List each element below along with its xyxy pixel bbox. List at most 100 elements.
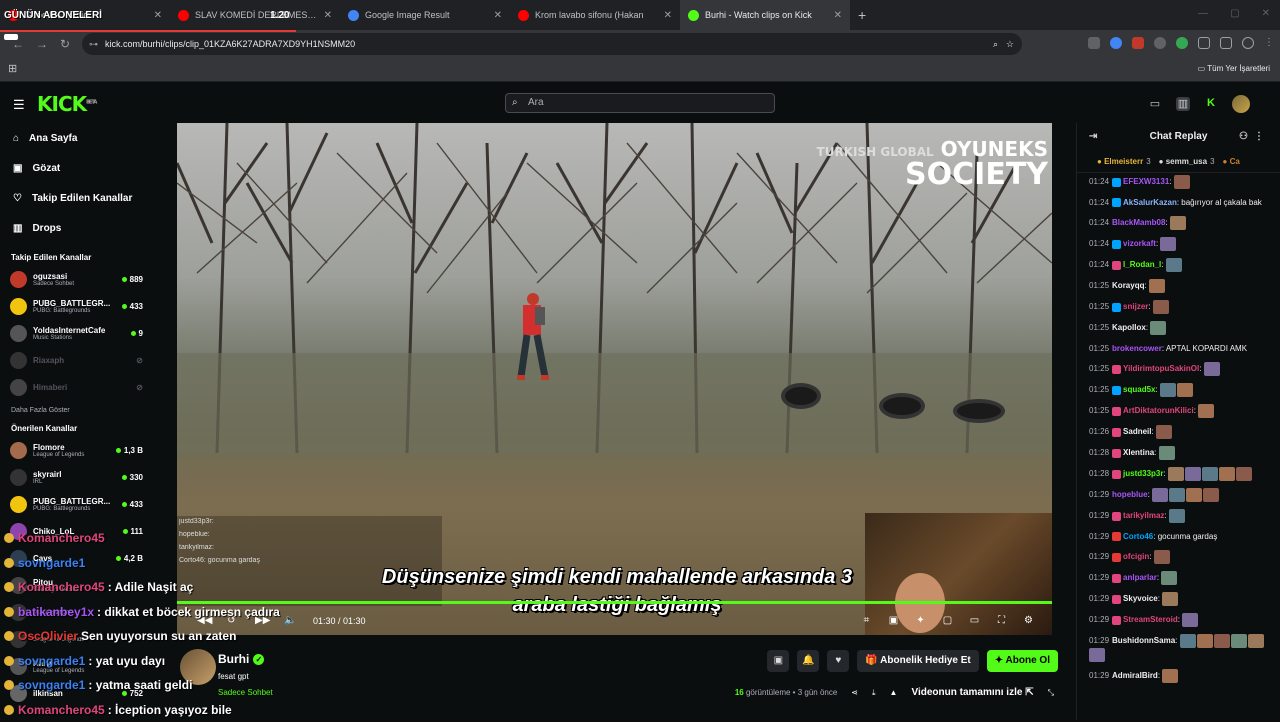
collapse-icon[interactable]: ⤡ [1048, 688, 1054, 698]
extension-icon[interactable] [1154, 37, 1166, 49]
close-tab-icon[interactable]: ✕ [664, 10, 672, 21]
channel-item[interactable]: YoldasInternetCafeMusic Stations9 [0, 320, 150, 347]
chat-username[interactable]: AdmiralBird [1112, 671, 1158, 680]
channel-item[interactable]: FlomoreLeague of Legends1,3 B [0, 437, 150, 464]
chat-more-icon[interactable]: ⋮ [1254, 131, 1270, 142]
kick-k-icon[interactable]: K [1204, 97, 1218, 111]
chat-username[interactable]: AkSalurKazan [1123, 198, 1177, 207]
profile-icon[interactable] [1242, 37, 1254, 49]
channel-item[interactable]: PUBG_BATTLEGR...PUBG: Battlegrounds433 [0, 491, 150, 518]
pip-icon[interactable]: ▢ [942, 615, 953, 626]
sidebar-nav-item[interactable]: ▣Gözat [0, 153, 150, 183]
gift-subscription-button[interactable]: 🎁 Abonelik Hediye Et [857, 650, 978, 672]
chat-username[interactable]: Korayqq [1112, 281, 1144, 290]
browser-tab[interactable]: SLAV KOMEDİ DERLEMESİ - You✕ [170, 0, 340, 30]
show-more-link[interactable]: Daha Fazla Göster [0, 407, 150, 414]
channel-item[interactable]: Himaberi⊘ [0, 374, 150, 401]
browser-tab[interactable]: Google Image Result✕ [340, 0, 510, 30]
user-avatar[interactable] [1232, 95, 1250, 113]
hamburger-menu-icon[interactable]: ☰ [13, 97, 25, 113]
settings-icon[interactable]: ⚙ [1023, 615, 1034, 626]
report-icon[interactable]: ▲ [890, 688, 898, 697]
subscribe-button[interactable]: ✦ Abone Ol [987, 650, 1058, 672]
apps-grid-icon[interactable]: ⊞ [8, 62, 17, 75]
follow-heart-button[interactable]: ♥ [827, 650, 849, 672]
chat-username[interactable]: Xlentina [1123, 448, 1154, 457]
chat-username[interactable]: anlparlar [1123, 573, 1157, 582]
chat-username[interactable]: Kapollox [1112, 323, 1146, 332]
extension-icon[interactable] [1088, 37, 1100, 49]
leaderboard-entry[interactable]: ● Elmeisterr3 [1097, 157, 1151, 166]
chat-username[interactable]: tarikyilmaz [1123, 511, 1164, 520]
collapse-chat-icon[interactable]: ⇥ [1089, 123, 1097, 151]
users-icon[interactable]: ⚇ [1239, 131, 1254, 142]
chat-username[interactable]: snijzer [1123, 302, 1148, 311]
close-tab-icon[interactable]: ✕ [324, 10, 332, 21]
sidebar-nav-item[interactable]: ♡Takip Edilen Kanallar [0, 183, 150, 213]
tab-favicon-icon [178, 10, 189, 21]
search-input[interactable]: ⌕ Ara [505, 93, 775, 113]
video-player[interactable]: TURKISH GLOBAL OYUNEKS SOCIETY justd33p3… [177, 123, 1052, 635]
video-progress-bar[interactable] [177, 601, 1052, 604]
close-tab-icon[interactable]: ✕ [154, 10, 162, 21]
extensions-puzzle-icon[interactable] [1198, 37, 1210, 49]
close-window-icon[interactable]: ✕ [1262, 8, 1270, 19]
chat-username[interactable]: BlackMamb08 [1112, 218, 1165, 227]
chat-username[interactable]: ArtDiktatorunKilici [1123, 406, 1194, 415]
all-bookmarks-link[interactable]: ▭ Tüm Yer İşaretleri [1198, 64, 1270, 73]
theater-icon[interactable]: ▭ [1148, 97, 1162, 111]
close-tab-icon[interactable]: ✕ [494, 10, 502, 21]
extension-icon[interactable] [1176, 37, 1188, 49]
chat-username[interactable]: Skyvoice [1123, 594, 1158, 603]
zoom-icon[interactable]: ⌕ [993, 33, 998, 55]
forward-icon[interactable]: → [36, 37, 48, 51]
channel-item[interactable]: oguzsasiSadece Sohbet889 [0, 266, 150, 293]
kick-logo[interactable]: KICKBETA [37, 92, 96, 116]
chat-username[interactable]: YildirimtopuSakinOl [1123, 364, 1199, 373]
clip-share-button[interactable]: ▣ [767, 650, 789, 672]
download-icon[interactable]: ⤓ [872, 688, 876, 698]
close-tab-icon[interactable]: ✕ [834, 10, 842, 21]
sidebar-nav-item[interactable]: ⌂Ana Sayfa [0, 123, 150, 153]
chat-username[interactable]: Sadneil [1123, 427, 1151, 436]
extension-icon[interactable] [1110, 37, 1122, 49]
clip-icon[interactable]: ▣ [888, 615, 899, 626]
watch-full-video-link[interactable]: Videonun tamamını izle ⇱ [911, 687, 1033, 698]
chat-username[interactable]: StreamSteroid [1123, 615, 1178, 624]
media-icon[interactable] [1220, 37, 1232, 49]
chat-username[interactable]: Corto46 [1123, 532, 1153, 541]
notification-bell-button[interactable]: 🔔 [797, 650, 819, 672]
channel-item[interactable]: skyrairlIRL330 [0, 464, 150, 491]
chat-username[interactable]: l_Rodan_l [1123, 260, 1161, 269]
channel-item[interactable]: PUBG_BATTLEGR...PUBG: Battlegrounds433 [0, 293, 150, 320]
layout-icon[interactable]: ▥ [1176, 97, 1190, 111]
minimize-icon[interactable]: — [1198, 8, 1208, 19]
chat-username[interactable]: justd33p3r [1123, 469, 1163, 478]
channel-item[interactable]: Riaxaph⊘ [0, 347, 150, 374]
share-icon[interactable]: ⋖ [851, 688, 858, 697]
fullscreen-icon[interactable]: ⛶ [996, 615, 1007, 626]
new-tab-button[interactable]: + [858, 7, 866, 23]
maximize-icon[interactable]: ▢ [1230, 8, 1239, 19]
leaderboard-entry[interactable]: ● Ca [1223, 157, 1243, 166]
crop-icon[interactable]: ⌗ [861, 615, 872, 626]
browser-tab[interactable]: Krom lavabo sifonu (Hakan✕ [510, 0, 680, 30]
chat-username[interactable]: EFEXW3131 [1123, 177, 1169, 186]
url-input[interactable]: ⊶ kick.com/burhi/clips/clip_01KZA6K27ADR… [82, 33, 1022, 55]
leaderboard-entry[interactable]: ● semm_usa3 [1159, 157, 1215, 166]
chat-username[interactable]: BushidonnSama [1112, 636, 1175, 645]
sidebar-nav-item[interactable]: ▥Drops [0, 213, 150, 243]
chat-username[interactable]: brokencower [1112, 344, 1162, 353]
chat-username[interactable]: ofcigin [1123, 552, 1149, 561]
chat-username[interactable]: hopeblue [1112, 490, 1148, 499]
extension-icon[interactable] [1132, 37, 1144, 49]
browser-tab[interactable]: Burhi - Watch clips on Kick✕ [680, 0, 850, 30]
chat-username[interactable]: squad5x [1123, 385, 1155, 394]
bookmark-star-icon[interactable]: ☆ [1006, 33, 1014, 55]
sparkle-icon[interactable]: ✦ [915, 615, 926, 626]
more-menu-icon[interactable]: ⋮ [1264, 37, 1270, 49]
chat-username[interactable]: vizorkaft [1123, 239, 1156, 248]
theater-mode-icon[interactable]: ▭ [969, 615, 980, 626]
site-info-icon[interactable]: ⊶ [89, 33, 98, 55]
reload-icon[interactable]: ↻ [60, 37, 72, 51]
